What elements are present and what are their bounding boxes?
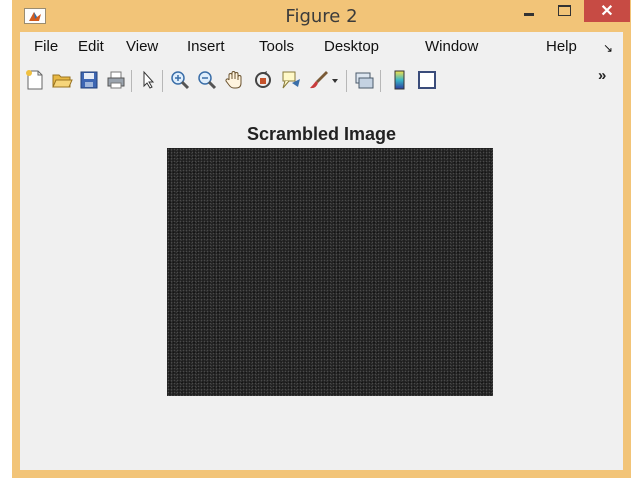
toolbar-separator bbox=[131, 70, 132, 92]
zoom-in-icon[interactable] bbox=[169, 69, 191, 91]
menu-insert[interactable]: Insert bbox=[187, 38, 225, 55]
figure-window: Figure 2 ✕ File Edit View Insert Tools D… bbox=[12, 0, 631, 478]
minimize-button[interactable] bbox=[515, 0, 541, 22]
new-figure-icon[interactable] bbox=[24, 69, 46, 91]
save-icon[interactable] bbox=[78, 69, 100, 91]
dropdown-icon[interactable] bbox=[329, 69, 341, 91]
maximize-button[interactable] bbox=[550, 0, 576, 22]
pointer-icon[interactable] bbox=[137, 69, 159, 91]
close-icon: ✕ bbox=[600, 3, 614, 20]
toolbar-separator bbox=[346, 70, 347, 92]
data-cursor-icon[interactable] bbox=[280, 69, 302, 91]
menu-view[interactable]: View bbox=[126, 38, 158, 55]
close-button[interactable]: ✕ bbox=[584, 0, 630, 22]
toolbar-separator bbox=[162, 70, 163, 92]
title-bar[interactable]: Figure 2 ✕ bbox=[12, 0, 631, 32]
overflow-icon[interactable]: » bbox=[598, 67, 614, 89]
menu-edit[interactable]: Edit bbox=[78, 38, 104, 55]
figure-client-area: File Edit View Insert Tools Desktop Wind… bbox=[20, 32, 623, 470]
legend-icon[interactable] bbox=[416, 69, 438, 91]
colorbar-icon[interactable] bbox=[389, 69, 411, 91]
menu-desktop[interactable]: Desktop bbox=[324, 38, 379, 55]
menu-file[interactable]: File bbox=[34, 38, 58, 55]
figure-title: Scrambled Image bbox=[246, 124, 397, 144]
menu-bar: File Edit View Insert Tools Desktop Wind… bbox=[20, 32, 623, 60]
zoom-out-icon[interactable] bbox=[196, 69, 218, 91]
rotate-3d-icon[interactable] bbox=[252, 69, 274, 91]
print-icon[interactable] bbox=[105, 69, 127, 91]
pan-icon[interactable] bbox=[223, 69, 245, 91]
scrambled-image bbox=[167, 148, 493, 396]
menu-tools[interactable]: Tools bbox=[259, 38, 294, 55]
menu-overflow-icon[interactable]: ↘ bbox=[603, 41, 613, 55]
open-file-icon[interactable] bbox=[51, 69, 73, 91]
menu-help[interactable]: Help bbox=[546, 38, 577, 55]
toolbar-separator bbox=[380, 70, 381, 92]
link-plot-icon[interactable] bbox=[353, 69, 375, 91]
toolbar: » bbox=[20, 61, 623, 97]
brush-icon[interactable] bbox=[308, 69, 330, 91]
menu-window[interactable]: Window bbox=[425, 38, 478, 55]
